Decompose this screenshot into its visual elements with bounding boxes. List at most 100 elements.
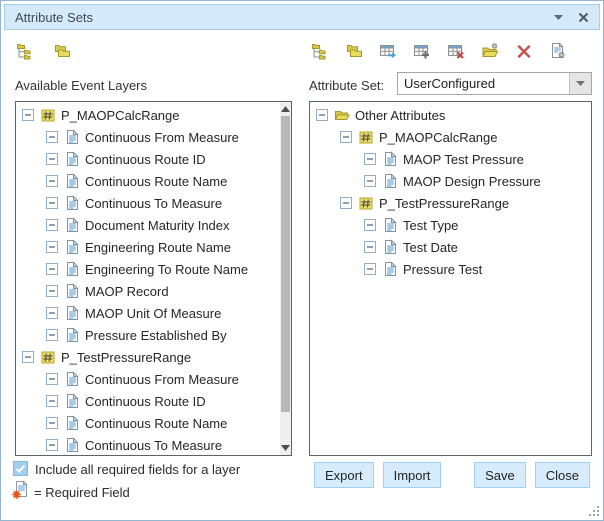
scroll-up-icon[interactable] [281,106,290,112]
event-layer-icon [40,349,56,365]
import-button[interactable]: Import [383,462,442,488]
tree-item-label: Continuous Route ID [85,152,206,167]
tree-expander-icon[interactable] [46,285,58,297]
tree-item[interactable]: Continuous Route Name [16,170,280,192]
scroll-down-icon[interactable] [281,445,290,451]
tree-item[interactable]: Continuous To Measure [16,434,280,456]
tree-expander-icon[interactable] [46,241,58,253]
scrollbar-thumb[interactable] [281,116,290,412]
tree-expander-icon[interactable] [22,351,34,363]
tree-expander-icon[interactable] [46,197,58,209]
tree-item[interactable]: P_TestPressureRange [310,192,591,214]
tree-expander-icon[interactable] [46,153,58,165]
tree-expander-icon[interactable] [46,329,58,341]
expand-available-layers-button[interactable] [13,39,37,63]
export-button[interactable]: Export [314,462,374,488]
tree-expander-icon[interactable] [364,241,376,253]
attribute-set-dropdown[interactable]: UserConfigured [397,72,592,95]
collapse-available-layers-button[interactable] [50,39,74,63]
tree-item-label: Continuous Route Name [85,174,227,189]
tree-expander-icon[interactable] [46,219,58,231]
tree-expander-icon[interactable] [364,219,376,231]
export-import-buttons: Export Import [314,462,441,488]
field-doc-icon [64,261,80,277]
tree-item[interactable]: Continuous To Measure [16,192,280,214]
tree-expander-icon[interactable] [364,175,376,187]
tree-expander-icon[interactable] [46,417,58,429]
tree-expander-icon[interactable] [46,373,58,385]
tree-expander-icon[interactable] [364,263,376,275]
tree-item[interactable]: Pressure Established By [16,324,280,346]
resize-grip[interactable] [588,505,600,517]
tree-item[interactable]: Test Date [310,236,591,258]
tree-item-label: P_MAOPCalcRange [61,108,180,123]
tree-item[interactable]: Continuous From Measure [16,126,280,148]
tree-item[interactable]: Continuous Route ID [16,148,280,170]
required-field-label: = Required Field [34,485,130,500]
tree-item[interactable]: Test Type [310,214,591,236]
tree-item[interactable]: Engineering Route Name [16,236,280,258]
tree-item[interactable]: MAOP Design Pressure [310,170,591,192]
collapse-attribute-set-button[interactable] [342,39,366,63]
tree-expander-icon[interactable] [316,109,328,121]
field-doc-icon [64,415,80,431]
tree-expander-icon[interactable] [364,153,376,165]
close-icon[interactable] [578,12,589,23]
tree-item[interactable]: P_TestPressureRange [16,346,280,368]
tree-item[interactable]: MAOP Record [16,280,280,302]
expand-attribute-set-button[interactable] [308,39,332,63]
tree-view-icon [311,42,329,60]
include-required-checkbox[interactable] [13,461,28,476]
tree-item-label: Other Attributes [355,108,445,123]
tree-item[interactable]: Pressure Test [310,258,591,280]
available-layers-label: Available Event Layers [15,78,147,93]
attribute-set-value: UserConfigured [404,76,495,91]
remove-item-button[interactable] [512,39,536,63]
attribute-set-properties-button[interactable] [546,39,570,63]
field-doc-icon [382,217,398,233]
tree-expander-icon[interactable] [46,175,58,187]
vertical-scrollbar[interactable] [280,102,291,455]
manage-attribute-sets-button[interactable] [478,39,502,63]
tree-expander-icon[interactable] [22,109,34,121]
folder-open-icon [334,107,350,123]
delete-attribute-set-button[interactable] [444,39,468,63]
tree-item[interactable]: P_MAOPCalcRange [16,104,280,126]
caret-down-icon[interactable] [554,15,563,20]
tree-expander-icon[interactable] [46,439,58,451]
chevron-down-icon[interactable] [569,73,591,94]
field-doc-icon [64,283,80,299]
save-button[interactable]: Save [474,462,526,488]
tree-item-label: MAOP Record [85,284,169,299]
tree-item[interactable]: MAOP Test Pressure [310,148,591,170]
table-add-icon [413,42,431,60]
tree-item[interactable]: Continuous Route Name [16,412,280,434]
tree-item[interactable]: MAOP Unit Of Measure [16,302,280,324]
tree-item[interactable]: Continuous From Measure [16,368,280,390]
tree-expander-icon[interactable] [46,263,58,275]
save-close-buttons: Save Close [474,462,590,488]
tree-item-label: MAOP Design Pressure [403,174,541,189]
tree-expander-icon[interactable] [46,395,58,407]
field-doc-icon [382,239,398,255]
tree-item-label: MAOP Test Pressure [403,152,524,167]
tree-expander-icon[interactable] [340,197,352,209]
select-attribute-set-button[interactable] [376,39,400,63]
tree-item[interactable]: Document Maturity Index [16,214,280,236]
field-doc-icon [64,129,80,145]
attribute-set-toolbar [308,38,570,63]
tree-expander-icon[interactable] [340,131,352,143]
field-doc-icon [64,305,80,321]
tree-item-label: Test Type [403,218,458,233]
tree-item[interactable]: Other Attributes [310,104,591,126]
tree-expander-icon[interactable] [46,307,58,319]
tree-item[interactable]: Engineering To Route Name [16,258,280,280]
field-doc-icon [64,195,80,211]
new-attribute-set-button[interactable] [410,39,434,63]
folders-icon [345,42,363,60]
event-layer-icon [358,195,374,211]
close-button[interactable]: Close [535,462,590,488]
tree-expander-icon[interactable] [46,131,58,143]
tree-item[interactable]: P_MAOPCalcRange [310,126,591,148]
tree-item[interactable]: Continuous Route ID [16,390,280,412]
